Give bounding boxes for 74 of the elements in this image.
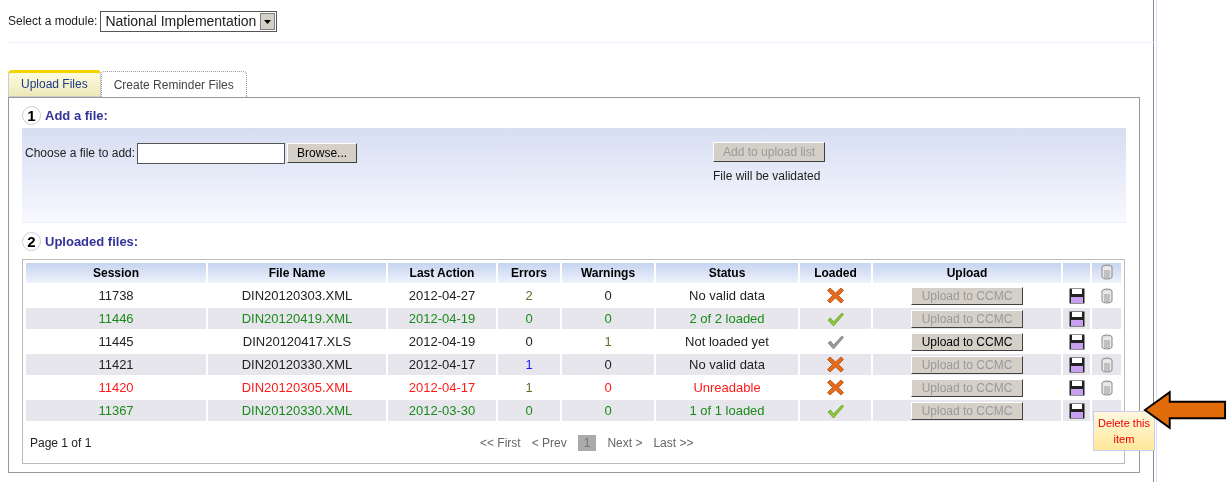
file-label: Choose a file to add: (25, 146, 136, 160)
save-icon[interactable] (1068, 379, 1085, 396)
column-header: Session (26, 263, 206, 283)
validation-note: File will be validated (713, 169, 821, 183)
warnings-count: 1 (604, 334, 612, 349)
browse-button[interactable]: Browse... (287, 143, 358, 163)
status-cell-text: Not loaded yet (684, 333, 770, 351)
module-select[interactable]: National Implementation (100, 10, 278, 32)
column-header: Errors (498, 263, 560, 283)
column-header (1063, 263, 1090, 283)
save-icon[interactable] (1068, 333, 1085, 350)
file-name-cell-text: DIN20120303.XML (240, 287, 354, 305)
session-cell: 11446 (26, 308, 206, 329)
date-cell-text: 2012-04-17 (407, 379, 477, 397)
session-cell: 11421 (26, 354, 206, 375)
status-cell-text: No valid data (688, 287, 766, 305)
module-label: Select a module: (8, 14, 98, 28)
warnings-count: 0 (604, 311, 612, 326)
column-header: Loaded (800, 263, 871, 283)
file-name-cell: DIN20120330.XML (208, 354, 386, 375)
date-cell: 2012-04-19 (388, 308, 496, 329)
step-number: 1 (22, 105, 41, 125)
last-page-link[interactable]: Last >> (653, 436, 694, 450)
errors-count: 2 (525, 288, 533, 303)
file-name-cell-text: DIN20120305.XML (240, 379, 354, 397)
section-title: Uploaded files: (45, 233, 139, 249)
warnings-count: 0 (604, 357, 612, 372)
errors-count: 0 (525, 403, 533, 418)
page-summary: Page 1 of 1 (30, 436, 93, 450)
column-header: Status (656, 263, 798, 283)
column-header: File Name (208, 263, 386, 283)
save-icon[interactable] (1068, 310, 1085, 327)
warnings-count: 0 (604, 403, 612, 418)
tab[interactable]: Create Reminder Files (100, 71, 247, 97)
tab[interactable]: Upload Files (8, 70, 101, 97)
errors-count: 1 (525, 357, 533, 372)
trash-can-icon[interactable] (1100, 379, 1113, 396)
status-cell: 2 of 2 loaded (656, 308, 798, 329)
errors-count: 0 (525, 311, 533, 326)
column-header: Last Action (388, 263, 496, 283)
date-cell: 2012-03-30 (388, 400, 496, 421)
session-cell-text: 11420 (97, 379, 135, 397)
trash-can-icon (1100, 263, 1113, 280)
file-name-cell: DIN20120330.XML (208, 400, 386, 421)
file-name-cell: DIN20120419.XML (208, 308, 386, 329)
errors-count: 0 (525, 334, 533, 349)
previous-page-link[interactable]: < Prev (531, 436, 567, 450)
trash-can-icon[interactable] (1100, 287, 1113, 304)
column-header: Upload (873, 263, 1061, 283)
tooltip: Delete this item (1093, 411, 1155, 451)
status-cell-text: Unreadable (692, 379, 762, 397)
file-input-field[interactable] (137, 142, 286, 164)
column-header: Warnings (562, 263, 654, 283)
session-cell-text: 11738 (97, 287, 135, 305)
save-icon[interactable] (1068, 356, 1085, 373)
date-cell: 2012-04-17 (388, 354, 496, 375)
warnings-count: 0 (604, 380, 612, 395)
save-icon[interactable] (1068, 402, 1085, 419)
errors-count: 1 (525, 380, 533, 395)
step-number: 2 (22, 231, 41, 251)
date-cell-text: 2012-04-19 (407, 333, 477, 351)
session-cell: 11367 (26, 400, 206, 421)
status-cell: 1 of 1 loaded (656, 400, 798, 421)
next-page-link[interactable]: Next > (607, 436, 643, 450)
warnings-count: 0 (604, 288, 612, 303)
upload-button[interactable]: Upload to CCMC (910, 332, 1024, 351)
session-cell-text: 11445 (97, 333, 135, 351)
first-page-link[interactable]: << First (480, 436, 521, 450)
section-title: Add a file: (45, 107, 108, 123)
status-cell: No valid data (656, 354, 798, 375)
save-icon[interactable] (1068, 287, 1085, 304)
file-name-cell-text: DIN20120417.XLS (241, 333, 353, 351)
trash-can-icon[interactable] (1100, 333, 1113, 350)
date-cell-text: 2012-04-27 (407, 287, 477, 305)
